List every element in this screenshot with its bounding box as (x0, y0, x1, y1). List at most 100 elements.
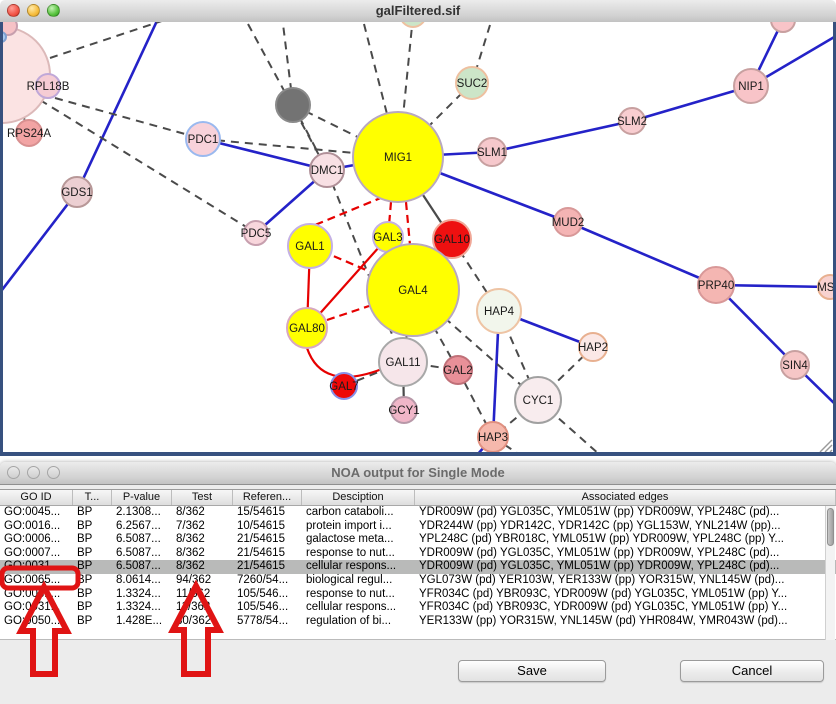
network-edge (50, 22, 195, 58)
node-label: NIP1 (738, 81, 764, 93)
table-cell: BP (73, 520, 112, 534)
table-cell: BP (73, 560, 112, 574)
table-cell: 21/54615 (233, 560, 302, 574)
node-label: CYC1 (523, 395, 554, 407)
table-row[interactable]: GO:0031...BP1.3324...11/362105/546...res… (0, 588, 836, 602)
column-header-t-[interactable]: T... (73, 490, 112, 505)
network-edge (2, 192, 77, 290)
table-cell: biological regul... (302, 574, 415, 588)
cancel-button[interactable]: Cancel (680, 660, 824, 682)
table-cell: BP (73, 506, 112, 520)
table-cell: response to nut... (302, 547, 415, 561)
table-cell: BP (73, 588, 112, 602)
table-cell: YDR009W (pd) YGL035C, YML051W (pp) YDR00… (415, 547, 836, 561)
table-cell: 6.5087... (112, 547, 172, 561)
node-label: PDC5 (241, 228, 272, 240)
table-cell: 1.3324... (112, 588, 172, 602)
network-edge (40, 100, 256, 233)
noa-output-window: NOA output for Single Mode GO IDT...P-va… (0, 462, 836, 704)
table-cell: 8.0614... (112, 574, 172, 588)
table-cell: YGL073W (pd) YER103W, YER133W (pp) YOR31… (415, 574, 836, 588)
network-window: galFiltered.sif RPL18B RPS24A GDS1 PDC1 PDC5… (0, 0, 836, 456)
node-label: HAP2 (578, 342, 608, 354)
scrollbar-thumb[interactable] (827, 508, 834, 546)
table-cell: 6.5087... (112, 560, 172, 574)
table-row[interactable]: GO:0031...BP6.5087...8/36221/54615cellul… (0, 560, 836, 574)
column-header-desciption[interactable]: Desciption (302, 490, 415, 505)
table-cell: protein import i... (302, 520, 415, 534)
noa-window-titlebar[interactable]: NOA output for Single Mode (0, 462, 836, 485)
vertical-scrollbar[interactable] (825, 506, 835, 640)
table-cell: 15/54615 (233, 506, 302, 520)
table-cell: 105/546... (233, 588, 302, 602)
table-cell: 7/362 (172, 520, 233, 534)
table-cell: GO:0031... (0, 560, 73, 574)
network-window-title: galFiltered.sif (0, 3, 836, 18)
table-cell: 21/54615 (233, 547, 302, 561)
network-edge (568, 222, 716, 285)
table-cell: 94/362 (172, 574, 233, 588)
network-graph: RPL18BRPS24AGDS1PDC1PDC5DMC1MIG1SUC2SLM1… (0, 22, 836, 456)
table-cell: 8/362 (172, 506, 233, 520)
node-label: MUD2 (552, 217, 585, 229)
table-cell: GO:0007... (0, 547, 73, 561)
network-edge (315, 197, 383, 225)
column-header-referen-[interactable]: Referen... (233, 490, 302, 505)
table-cell: 11/362 (172, 588, 233, 602)
network-canvas[interactable]: RPL18BRPS24AGDS1PDC1PDC5DMC1MIG1SUC2SLM1… (0, 22, 836, 456)
save-button[interactable]: Save (458, 660, 606, 682)
table-row[interactable]: GO:0006...BP6.5087...8/36221/54615galact… (0, 533, 836, 547)
noa-window-title: NOA output for Single Mode (0, 465, 836, 480)
table-cell: 2.1308... (112, 506, 172, 520)
table-row[interactable]: GO:0045...BP2.1308...8/36215/54615carbon… (0, 506, 836, 520)
node-label: HAP3 (478, 432, 508, 444)
table-cell: 10/54615 (233, 520, 302, 534)
node-label: GAL1 (295, 241, 324, 253)
network-edge (492, 121, 632, 152)
column-header-associated-edges[interactable]: Associated edges (415, 490, 836, 505)
table-cell: 6.2567... (112, 520, 172, 534)
table-cell: YFR034C (pd) YBR093C, YDR009W (pd) YGL03… (415, 601, 836, 615)
network-window-titlebar[interactable]: galFiltered.sif (0, 0, 836, 23)
table-cell: 1.3324... (112, 601, 172, 615)
table-cell: 6.5087... (112, 533, 172, 547)
node-unlabeled[interactable] (771, 22, 795, 32)
table-row[interactable]: GO:0031...BP1.3324...11/362105/546...cel… (0, 601, 836, 615)
table-row[interactable]: GO:0016...BP6.2567...7/36210/54615protei… (0, 520, 836, 534)
table-cell: 8/362 (172, 547, 233, 561)
node-unlabeled[interactable] (400, 22, 426, 27)
node-label: SIN4 (782, 360, 808, 372)
network-edge (77, 22, 163, 192)
table-cell: YDR009W (pd) YGL035C, YML051W (pp) YDR00… (415, 506, 836, 520)
node-label: SUC2 (457, 78, 488, 90)
table-cell: GO:0031... (0, 601, 73, 615)
table-row[interactable]: GO:0050...BP1.428E...80/3625778/54...reg… (0, 615, 836, 629)
table-row[interactable]: GO:0007...BP6.5087...8/36221/54615respon… (0, 547, 836, 561)
table-cell: cellular respons... (302, 560, 415, 574)
node-unlabeled[interactable] (0, 32, 6, 42)
node-label: GAL10 (434, 234, 470, 246)
table-cell: 8/362 (172, 560, 233, 574)
table-cell: 8/362 (172, 533, 233, 547)
column-header-test[interactable]: Test (172, 490, 233, 505)
node-label: PDC1 (188, 134, 219, 146)
table-cell: YDR244W (pp) YDR142C, YDR142C (pp) YGL15… (415, 520, 836, 534)
table-cell: 21/54615 (233, 533, 302, 547)
screen: galFiltered.sif RPL18B RPS24A GDS1 PDC1 PDC5… (0, 0, 836, 704)
node-label: RPS24A (7, 128, 51, 140)
node-label: PRP40 (698, 280, 734, 292)
node-label: GDS1 (61, 187, 92, 199)
table-cell: 5778/54... (233, 615, 302, 629)
node-unlabeled[interactable] (276, 88, 310, 122)
table-cell: GO:0065... (0, 574, 73, 588)
column-header-go-id[interactable]: GO ID (0, 490, 73, 505)
table-cell: 11/362 (172, 601, 233, 615)
node-label: DMC1 (311, 165, 344, 177)
node-label: RPL18B (27, 81, 70, 93)
column-header-p-value[interactable]: P-value (112, 490, 172, 505)
node-label: GAL11 (386, 357, 421, 369)
table-cell: GO:0031... (0, 588, 73, 602)
node-label: SLM1 (477, 147, 507, 159)
table-row[interactable]: GO:0065...BP8.0614...94/3627260/54...bio… (0, 574, 836, 588)
network-edge (55, 98, 203, 139)
